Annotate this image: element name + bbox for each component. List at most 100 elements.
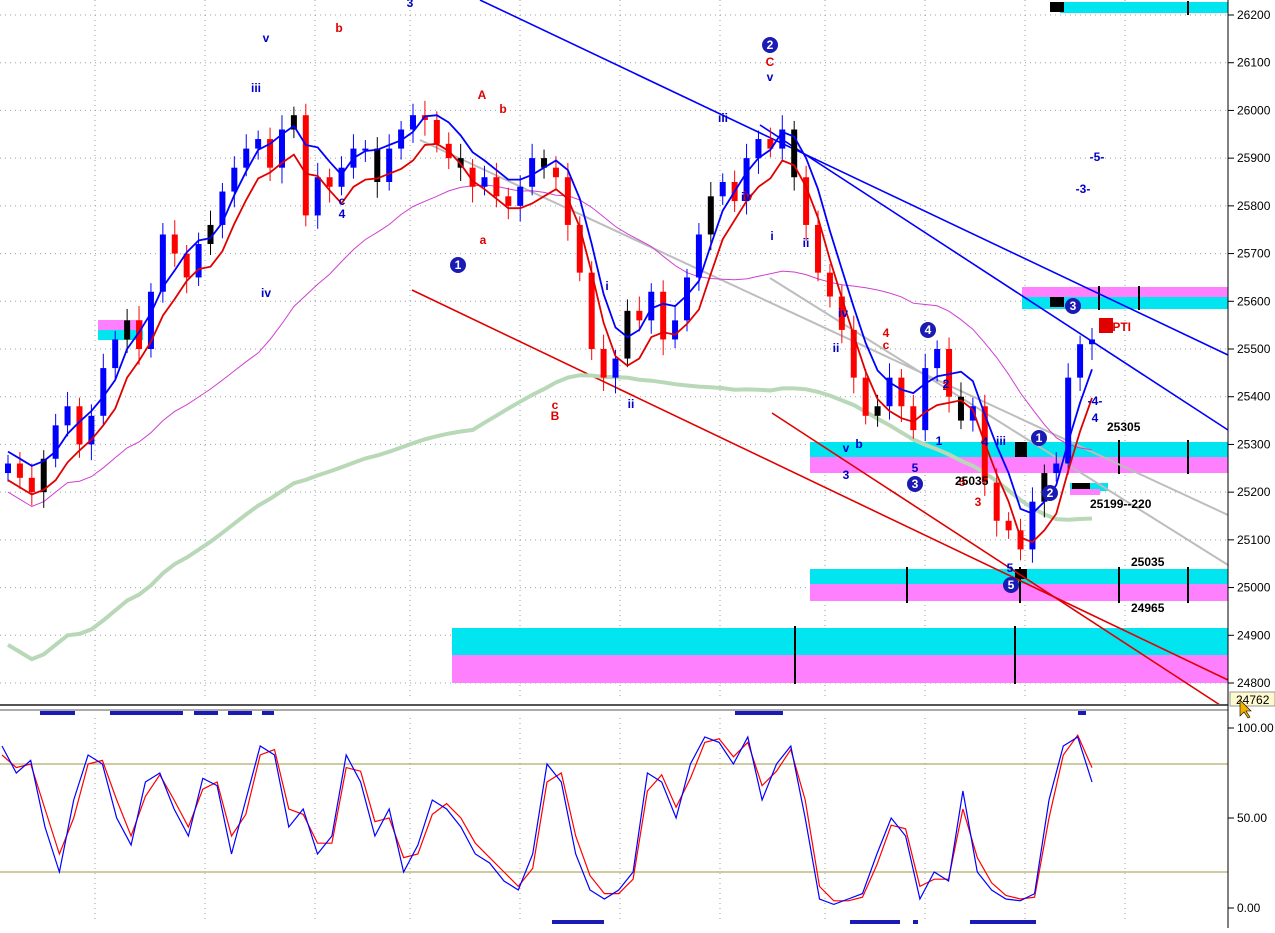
wave-label-blue: -4-: [1088, 394, 1103, 408]
axis-tick-label: 25900: [1237, 151, 1271, 165]
chart-stage: b Ab a Cc Bc 4 2 4 3 5 iv v iii iv c 4 3 i ii iii iv v i ii iv ii…: [0, 0, 1275, 928]
axis-tick-label: 25700: [1237, 247, 1271, 261]
candle-body: [922, 368, 929, 431]
signal-bar: [552, 920, 604, 924]
price-axis: 26200 26100 26000 25900 25800 25700 25600 25500…: [1227, 0, 1275, 928]
signal-bar: [735, 711, 783, 715]
candle-body: [112, 339, 119, 369]
signal-bar: [262, 711, 274, 715]
candle-body: [410, 115, 417, 130]
indicator-tag: 48PTI: [1099, 320, 1131, 334]
axis-tick-label: 24800: [1237, 676, 1271, 690]
candle-body: [564, 177, 571, 225]
price-label: 25199--220: [1090, 497, 1152, 511]
axis-tick-label: 25100: [1237, 533, 1271, 547]
axis-tick-label: 26100: [1237, 56, 1271, 70]
axis-tick-label: 25200: [1237, 485, 1271, 499]
candle-body: [76, 406, 83, 445]
candle-body: [898, 377, 905, 407]
band-lower: [7, 142, 1093, 544]
wave-label-blue: b: [855, 437, 862, 451]
wave-label-blue: 3: [407, 0, 414, 10]
wave-label-blue: v: [843, 441, 850, 455]
wave-label-blue: iv: [741, 190, 751, 204]
candle-body: [493, 177, 500, 197]
axis-tick-label: 25500: [1237, 342, 1271, 356]
zone-block: [1050, 2, 1064, 12]
zone-block: [1072, 483, 1090, 489]
signal-bar: [228, 711, 252, 715]
wave-label-red: 3: [975, 495, 982, 509]
wave-label-blue: iv: [261, 286, 271, 300]
circled-wave-number: 1: [455, 258, 462, 272]
candle-body: [874, 406, 881, 416]
wave-label-blue: i: [605, 279, 608, 293]
candle-body: [171, 234, 178, 254]
circled-wave-number: 2: [1047, 486, 1054, 500]
stochastic-panel: [0, 704, 1228, 924]
axis-tick-label: 26200: [1237, 8, 1271, 22]
candle-body: [243, 148, 250, 168]
candle-body: [1053, 463, 1060, 474]
wave-label-red: c: [552, 398, 559, 412]
candle-body: [707, 196, 714, 235]
signal-bar: [40, 711, 75, 715]
candle-body: [255, 139, 262, 149]
zone-block: [1050, 297, 1064, 307]
wave-label-blue: v: [767, 70, 774, 84]
zone-band: [810, 457, 1228, 473]
chart-canvas[interactable]: bAbaCcBc42435ivviiiivc43iiiiiiivvi iiivii…: [0, 0, 1275, 928]
wave-label-blue: 4: [982, 435, 989, 449]
candle-body: [552, 167, 559, 178]
wave-label-blue: -3-: [1076, 182, 1091, 196]
candle-body: [695, 234, 702, 278]
signal-bar: [970, 920, 1036, 924]
wave-label-blue: iii: [718, 111, 728, 125]
wave-label-blue: v: [263, 31, 270, 45]
axis-tick-label: 24900: [1237, 628, 1271, 642]
candle-body: [517, 186, 524, 206]
price-label: 25035: [955, 474, 989, 488]
candle-body: [231, 167, 238, 192]
price-label: 24965: [1131, 601, 1165, 615]
wave-label-blue: c: [339, 194, 346, 208]
wave-label-blue: -5-: [1090, 150, 1105, 164]
candle-body: [64, 406, 71, 426]
candle-body: [934, 349, 941, 369]
wave-label-blue: 5: [1007, 561, 1014, 575]
wave-label-red: b: [335, 21, 342, 35]
circled-wave-number: 3: [1070, 299, 1077, 313]
circled-wave-number: 1: [1036, 431, 1043, 445]
candle-body: [326, 177, 333, 187]
candle-body: [1077, 344, 1084, 378]
candle-body: [815, 224, 822, 273]
axis-tick-label: 25800: [1237, 199, 1271, 213]
price-label: 25035: [1131, 555, 1165, 569]
candle-body: [683, 277, 690, 321]
wave-label-blue: ii: [803, 236, 810, 250]
candle-body: [433, 119, 440, 144]
circled-wave-number: 5: [1008, 578, 1015, 592]
wave-label-red: C: [766, 55, 775, 69]
osc-axis-tick-label: 50.00: [1237, 811, 1267, 825]
wave-label-blue: iii: [996, 434, 1006, 448]
zone-band: [1070, 489, 1100, 495]
wave-label-blue: 2: [943, 377, 950, 391]
wave-label-blue: ii: [833, 341, 840, 355]
candle-body: [755, 139, 762, 159]
candle-body: [1089, 339, 1095, 345]
candle-body: [826, 272, 833, 297]
candle-body: [16, 463, 23, 478]
wave-label-blue: 4: [1092, 411, 1099, 425]
signal-bar: [110, 711, 183, 715]
candle-body: [481, 177, 488, 187]
stoch-d-line: [1, 734, 1093, 902]
candle-body: [600, 349, 607, 378]
wave-label-blue: 1: [936, 434, 943, 448]
wave-label-red: 4: [883, 326, 890, 340]
wave-label-blue: 4: [339, 207, 346, 221]
zone-band: [452, 655, 1228, 683]
circled-wave-number: 3: [912, 477, 919, 491]
candle-body: [910, 406, 917, 431]
candle-body: [719, 182, 726, 197]
